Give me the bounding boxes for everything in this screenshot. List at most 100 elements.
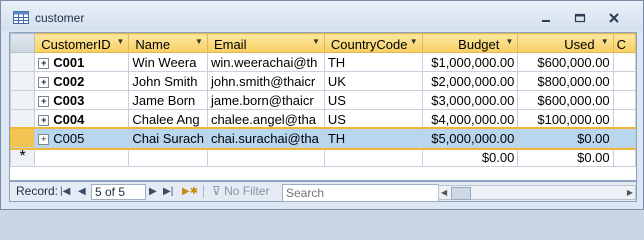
cell-used[interactable]: $600,000.00 [517, 90, 614, 110]
cell-partial[interactable] [612, 128, 636, 148]
cell-budget[interactable]: $1,000,000.00 [421, 52, 519, 72]
table-row[interactable]: + C004 Chalee Ang chalee.angel@tha US $4,… [10, 109, 636, 129]
current-record-field[interactable]: 5 of 5 [91, 184, 146, 200]
dropdown-arrow-icon[interactable]: ▼ [601, 37, 609, 46]
column-header-label: C [616, 37, 627, 52]
last-record-icon[interactable]: ▶| [163, 182, 173, 201]
first-record-icon[interactable]: |◀ [60, 182, 70, 201]
cell-countrycode[interactable]: TH [323, 52, 423, 72]
cell-used[interactable]: $0.00 [517, 147, 614, 167]
column-header-label: CustomerID [41, 37, 111, 52]
cell-budget[interactable]: $3,000,000.00 [421, 90, 519, 110]
new-record-row[interactable]: * $0.00 $0.00 [10, 147, 636, 167]
row-selector[interactable] [10, 71, 36, 91]
expand-plus-icon[interactable]: + [38, 57, 50, 69]
cell-customerid[interactable] [34, 147, 130, 167]
scroll-left-icon[interactable]: ◀ [441, 186, 447, 199]
dropdown-arrow-icon[interactable]: ▼ [505, 37, 513, 46]
scroll-right-icon[interactable]: ▶ [627, 186, 633, 199]
column-header-countrycode[interactable]: CountryCode ▼ [323, 33, 423, 53]
dropdown-arrow-icon[interactable]: ▼ [410, 37, 418, 46]
cell-countrycode[interactable]: TH [323, 128, 423, 148]
cell-budget[interactable]: $4,000,000.00 [421, 109, 519, 129]
column-header-name[interactable]: Name ▼ [128, 33, 208, 53]
window-title: customer [35, 11, 85, 25]
previous-record-icon[interactable]: ◀ [78, 182, 86, 201]
dropdown-arrow-icon[interactable]: ▼ [312, 37, 320, 46]
row-selector[interactable] [10, 52, 36, 72]
cell-name[interactable]: Win Weera [128, 52, 208, 72]
column-header-label: Budget [458, 37, 500, 52]
cell-partial[interactable] [612, 52, 636, 72]
cell-budget[interactable]: $0.00 [421, 147, 519, 167]
cell-name[interactable]: Chai Surach [128, 128, 208, 148]
separator [203, 185, 204, 198]
table-icon [13, 11, 29, 24]
cell-countrycode[interactable] [323, 147, 423, 167]
cell-name[interactable]: Chalee Ang [128, 109, 208, 129]
cell-email[interactable]: chai.surachai@tha [206, 128, 325, 148]
title-bar[interactable]: customer [1, 1, 643, 31]
search-input[interactable] [282, 184, 439, 202]
column-header-label: Email [213, 37, 247, 52]
column-header-customerid[interactable]: CustomerID ▼ [34, 33, 130, 53]
cell-used[interactable]: $0.00 [517, 128, 614, 148]
cell-name[interactable] [128, 147, 208, 167]
column-header-label: Name [135, 37, 171, 52]
cell-customerid[interactable]: + C004 [34, 109, 130, 129]
filter-icon: ⊽ [212, 184, 225, 198]
cell-partial[interactable] [612, 71, 636, 91]
expand-plus-icon[interactable]: + [38, 114, 50, 126]
cell-countrycode[interactable]: US [323, 109, 423, 129]
row-selector[interactable] [10, 109, 36, 129]
column-header-email[interactable]: Email ▼ [206, 33, 325, 53]
table-row[interactable]: + C001 Win Weera win.weerachai@th TH $1,0… [10, 52, 636, 72]
scrollbar-thumb[interactable] [451, 187, 471, 200]
horizontal-scrollbar[interactable]: ◀ ▶ [438, 185, 636, 200]
column-header-budget[interactable]: Budget ▼ [421, 33, 519, 53]
new-record-icon[interactable]: ▶✱ [182, 182, 198, 201]
table-row[interactable]: + C003 Jame Born jame.born@thaicr US $3,0… [10, 90, 636, 110]
row-selector[interactable] [10, 90, 36, 110]
expand-plus-icon[interactable]: + [38, 95, 50, 107]
cell-email[interactable]: chalee.angel@tha [206, 109, 325, 129]
cell-countrycode[interactable]: UK [323, 71, 423, 91]
cell-partial[interactable] [612, 147, 636, 167]
next-record-icon[interactable]: ▶ [149, 182, 157, 201]
column-header-label: Used [564, 37, 595, 52]
expand-plus-icon[interactable]: + [38, 76, 50, 88]
cell-email[interactable]: john.smith@thaicr [206, 71, 325, 91]
column-header-used[interactable]: Used ▼ [517, 33, 614, 53]
table-row[interactable]: + C002 John Smith john.smith@thaicr UK $2… [10, 71, 636, 91]
restore-icon[interactable] [572, 10, 588, 26]
new-record-marker[interactable]: * [10, 147, 36, 167]
close-icon[interactable] [606, 10, 622, 26]
cell-customerid[interactable]: + C002 [34, 71, 130, 91]
cell-partial[interactable] [612, 109, 636, 129]
column-header-partial[interactable]: C [612, 33, 636, 53]
cell-countrycode[interactable]: US [323, 90, 423, 110]
cell-partial[interactable] [612, 90, 636, 110]
cell-email[interactable]: jame.born@thaicr [206, 90, 325, 110]
cell-customerid[interactable]: + C001 [34, 52, 130, 72]
cell-email[interactable]: win.weerachai@th [206, 52, 325, 72]
cell-name[interactable]: John Smith [128, 71, 208, 91]
cell-used[interactable]: $800,000.00 [517, 71, 614, 91]
cell-used[interactable]: $600,000.00 [517, 52, 614, 72]
dropdown-arrow-icon[interactable]: ▼ [195, 37, 203, 46]
cell-budget[interactable]: $2,000,000.00 [421, 71, 519, 91]
cell-name[interactable]: Jame Born [128, 90, 208, 110]
dropdown-arrow-icon[interactable]: ▼ [116, 37, 124, 46]
expand-plus-icon[interactable]: + [38, 133, 50, 145]
select-all-corner[interactable] [10, 33, 36, 53]
table-row-selected[interactable]: + C005 Chai Surach chai.surachai@tha TH $… [10, 126, 636, 150]
no-filter-indicator[interactable]: ⊽ No Filter [212, 182, 269, 201]
minimize-icon[interactable] [538, 10, 554, 26]
cell-customerid[interactable]: + C005 [34, 128, 130, 148]
row-selector[interactable] [10, 128, 36, 148]
datasheet-grid: CustomerID ▼ Name ▼ Email ▼ CountryCode ▼ Bu… [9, 32, 637, 181]
cell-budget[interactable]: $5,000,000.00 [421, 128, 519, 148]
cell-customerid[interactable]: + C003 [34, 90, 130, 110]
cell-used[interactable]: $100,000.00 [517, 109, 614, 129]
cell-email[interactable] [206, 147, 325, 167]
